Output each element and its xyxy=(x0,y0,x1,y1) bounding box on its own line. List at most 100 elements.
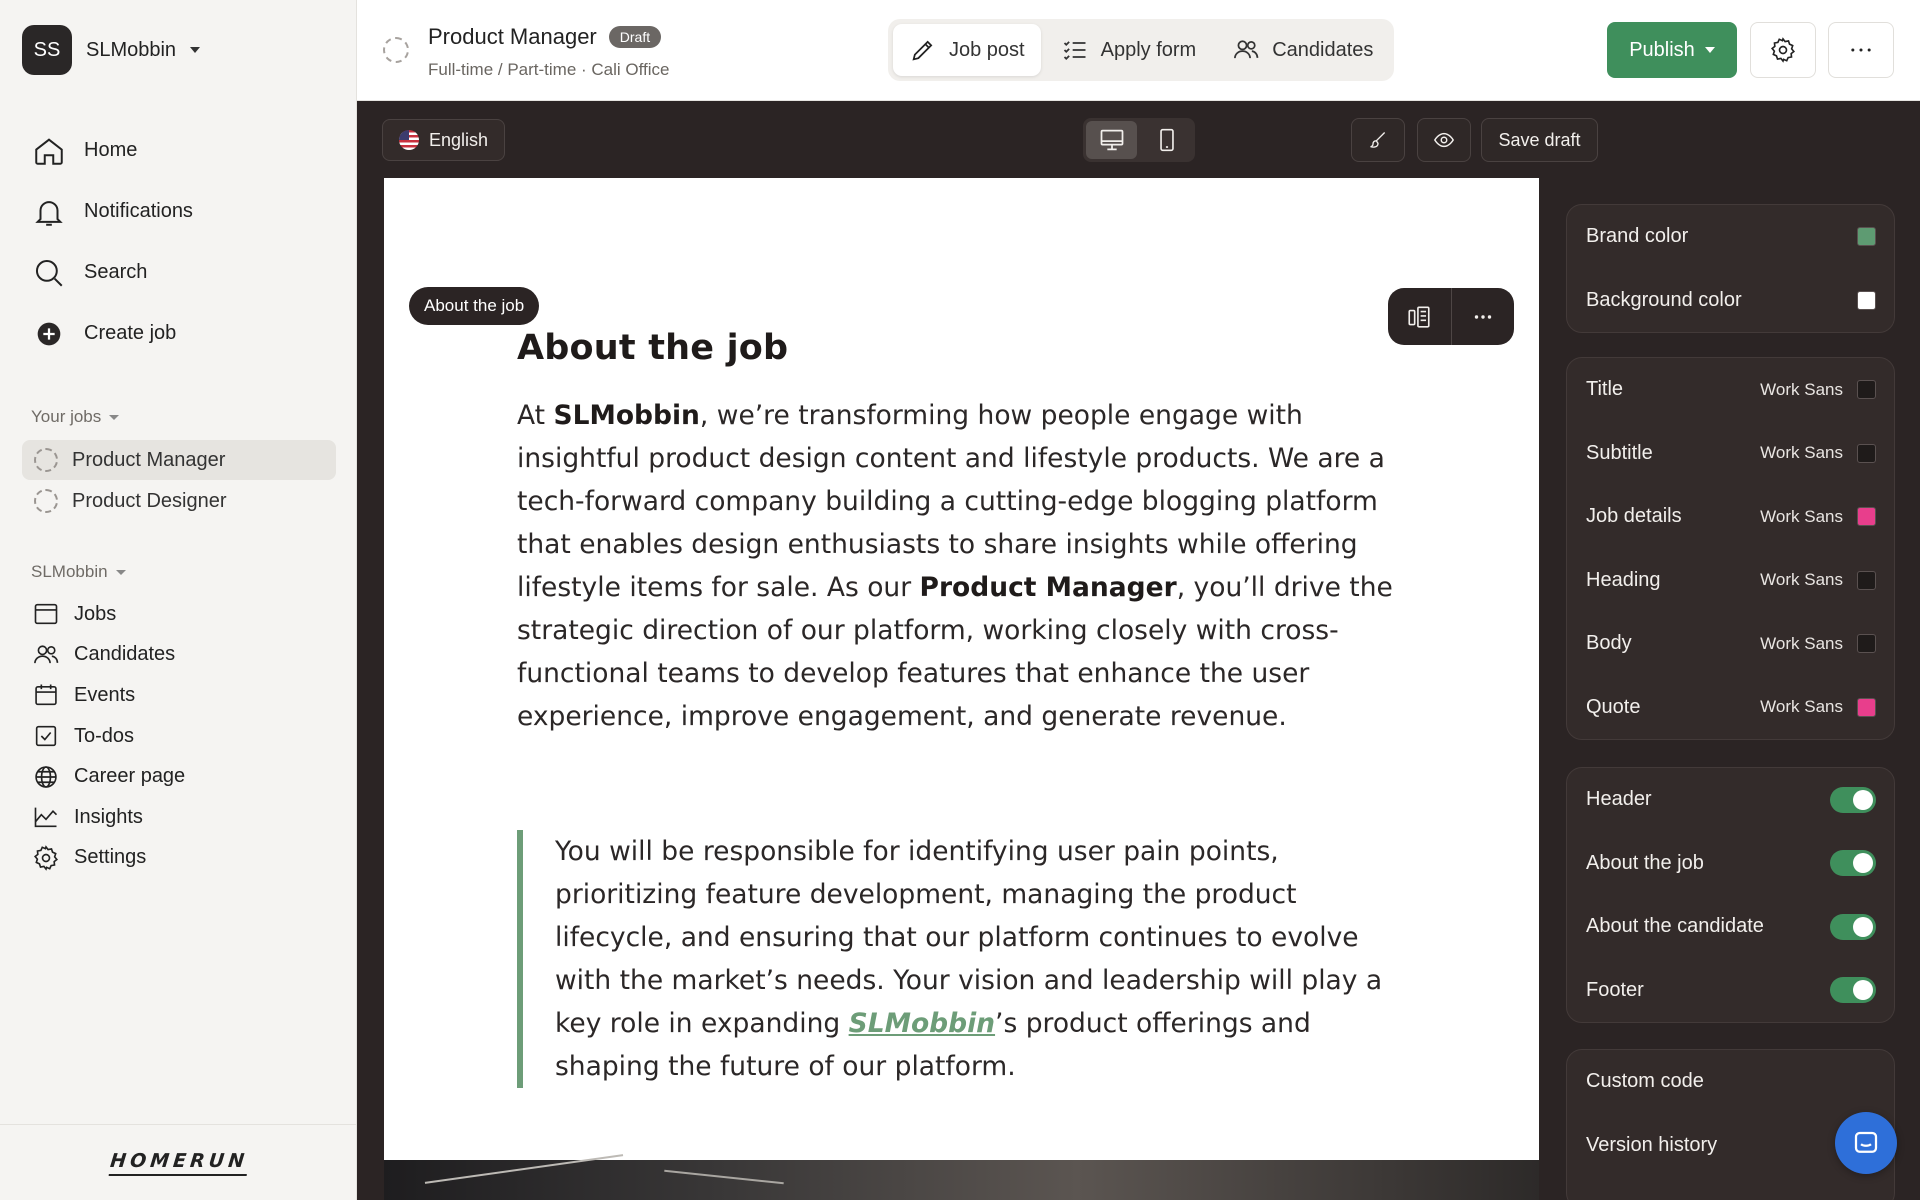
mobile-view-button[interactable] xyxy=(1141,121,1192,159)
section-toggle[interactable] xyxy=(1830,977,1876,1004)
section-toggle-row-header[interactable]: Header xyxy=(1567,768,1894,832)
section-toggle[interactable] xyxy=(1830,786,1876,813)
nav-item-home[interactable]: Home xyxy=(22,120,336,181)
tab-job-post[interactable]: Job post xyxy=(893,24,1041,76)
tab-candidates[interactable]: Candidates xyxy=(1216,24,1389,76)
tab-label: Apply form xyxy=(1100,38,1197,61)
custom-code-row[interactable]: Custom code xyxy=(1567,1050,1894,1114)
homerun-logo[interactable]: HOMERUN xyxy=(108,1149,249,1176)
brand-color-row[interactable]: Brand color xyxy=(1567,205,1894,269)
nav-item-settings[interactable]: Settings xyxy=(22,838,336,879)
nav-item-events[interactable]: Events xyxy=(22,675,336,716)
preview-button[interactable] xyxy=(1417,118,1471,162)
settings-button[interactable] xyxy=(1750,22,1816,78)
job-subtitle: Full-time / Part-time · Cali Office xyxy=(428,60,670,79)
quote-block[interactable]: You will be responsible for identifying … xyxy=(517,830,1397,1088)
body-text: At xyxy=(517,400,554,431)
job-item-product-manager[interactable]: Product Manager xyxy=(22,440,336,480)
more-horizontal-icon xyxy=(1474,314,1491,319)
nav-item-insights[interactable]: Insights xyxy=(22,797,336,838)
users-icon xyxy=(1234,40,1259,59)
typography-card: Title Work Sans Subtitle Work Sans Job d… xyxy=(1566,357,1895,740)
font-name: Work Sans xyxy=(1760,697,1843,717)
colors-card: Brand color Background color xyxy=(1566,204,1895,333)
tab-label: Job post xyxy=(949,38,1025,61)
typography-row-subtitle[interactable]: Subtitle Work Sans xyxy=(1567,422,1894,486)
save-draft-button[interactable]: Save draft xyxy=(1481,118,1598,162)
more-options-button[interactable] xyxy=(1828,22,1894,78)
nav-item-label: Candidates xyxy=(74,643,176,666)
typography-row-quote[interactable]: Quote Work Sans xyxy=(1567,676,1894,740)
nav-item-create-job[interactable]: Create job xyxy=(22,303,336,364)
typography-row-title[interactable]: Title Work Sans xyxy=(1567,358,1894,422)
editor-toolbar: English Save draft xyxy=(357,101,1920,177)
workspace-switcher[interactable]: SS SLMobbin xyxy=(22,24,201,76)
workspace-avatar: SS xyxy=(22,25,72,75)
your-jobs-header[interactable]: Your jobs xyxy=(31,407,120,427)
save-draft-label: Save draft xyxy=(1498,129,1581,150)
calendar-icon xyxy=(35,684,57,706)
plus-circle-icon xyxy=(37,322,61,345)
color-swatch[interactable] xyxy=(1857,507,1876,527)
nav-item-label: Events xyxy=(74,683,136,706)
background-color-row[interactable]: Background color xyxy=(1567,269,1894,333)
nav-item-todos[interactable]: To-dos xyxy=(22,716,336,757)
text-layout-icon xyxy=(1408,305,1430,328)
row-label: Custom code xyxy=(1586,1070,1704,1093)
color-swatch[interactable] xyxy=(1857,570,1876,590)
draft-status-icon xyxy=(34,448,58,472)
section-toggle-row-about-job[interactable]: About the job xyxy=(1567,832,1894,896)
color-swatch[interactable] xyxy=(1857,380,1876,400)
gear-icon xyxy=(1770,37,1796,63)
nav-item-label: Notifications xyxy=(84,200,193,222)
language-selector[interactable]: English xyxy=(382,119,506,161)
desktop-view-button[interactable] xyxy=(1086,121,1137,159)
block-settings-button[interactable] xyxy=(1388,288,1452,345)
row-label: Body xyxy=(1586,632,1632,655)
section-heading[interactable]: About the job xyxy=(517,328,1397,368)
chat-support-button[interactable] xyxy=(1835,1112,1897,1174)
typography-row-body[interactable]: Body Work Sans xyxy=(1567,612,1894,676)
nav-item-search[interactable]: Search xyxy=(22,242,336,303)
nav-item-career-page[interactable]: Career page xyxy=(22,756,336,797)
job-item-label: Product Designer xyxy=(72,489,227,512)
section-tag: About the job xyxy=(409,287,540,325)
brand-color-swatch[interactable] xyxy=(1857,227,1876,247)
block-more-button[interactable] xyxy=(1452,288,1515,345)
nav-item-jobs[interactable]: Jobs xyxy=(22,594,336,635)
chart-icon xyxy=(34,807,58,828)
color-swatch[interactable] xyxy=(1857,443,1876,463)
typography-row-heading[interactable]: Heading Work Sans xyxy=(1567,549,1894,613)
job-post-canvas: About the job About the job At SLMobbin,… xyxy=(384,178,1539,1200)
font-name: Work Sans xyxy=(1760,633,1843,653)
tab-apply-form[interactable]: Apply form xyxy=(1045,24,1213,76)
nav-item-label: Home xyxy=(84,139,138,161)
style-brush-button[interactable] xyxy=(1351,118,1405,162)
chevron-down-icon xyxy=(1704,47,1715,53)
chevron-down-icon xyxy=(115,569,126,575)
job-title: Product Manager Draft xyxy=(428,24,662,50)
org-section-header[interactable]: SLMobbin xyxy=(31,562,126,582)
nav-item-candidates[interactable]: Candidates xyxy=(22,635,336,676)
section-toggle[interactable] xyxy=(1830,913,1876,940)
body-paragraph[interactable]: At SLMobbin, we’re transforming how peop… xyxy=(517,394,1397,738)
desktop-icon xyxy=(1100,129,1123,151)
gear-icon xyxy=(33,845,59,871)
font-name: Work Sans xyxy=(1760,506,1843,526)
nav-item-notifications[interactable]: Notifications xyxy=(22,181,336,242)
color-swatch[interactable] xyxy=(1857,634,1876,654)
typography-row-job-details[interactable]: Job details Work Sans xyxy=(1567,485,1894,549)
us-flag-icon xyxy=(399,130,419,150)
color-swatch[interactable] xyxy=(1857,697,1876,717)
background-color-swatch[interactable] xyxy=(1857,290,1876,310)
brand-link[interactable]: SLMobbin xyxy=(849,1008,995,1039)
section-toggle-row-footer[interactable]: Footer xyxy=(1567,959,1894,1023)
row-label: Background color xyxy=(1586,288,1742,311)
row-label: Brand color xyxy=(1586,225,1689,248)
section-toggle-row-about-candidate[interactable]: About the candidate xyxy=(1567,895,1894,959)
publish-button[interactable]: Publish xyxy=(1607,22,1737,78)
job-item-product-designer[interactable]: Product Designer xyxy=(22,481,336,521)
section-toggle[interactable] xyxy=(1830,850,1876,877)
about-job-section[interactable]: About the job At SLMobbin, we’re transfo… xyxy=(517,328,1397,738)
checklist-icon xyxy=(1063,41,1086,60)
